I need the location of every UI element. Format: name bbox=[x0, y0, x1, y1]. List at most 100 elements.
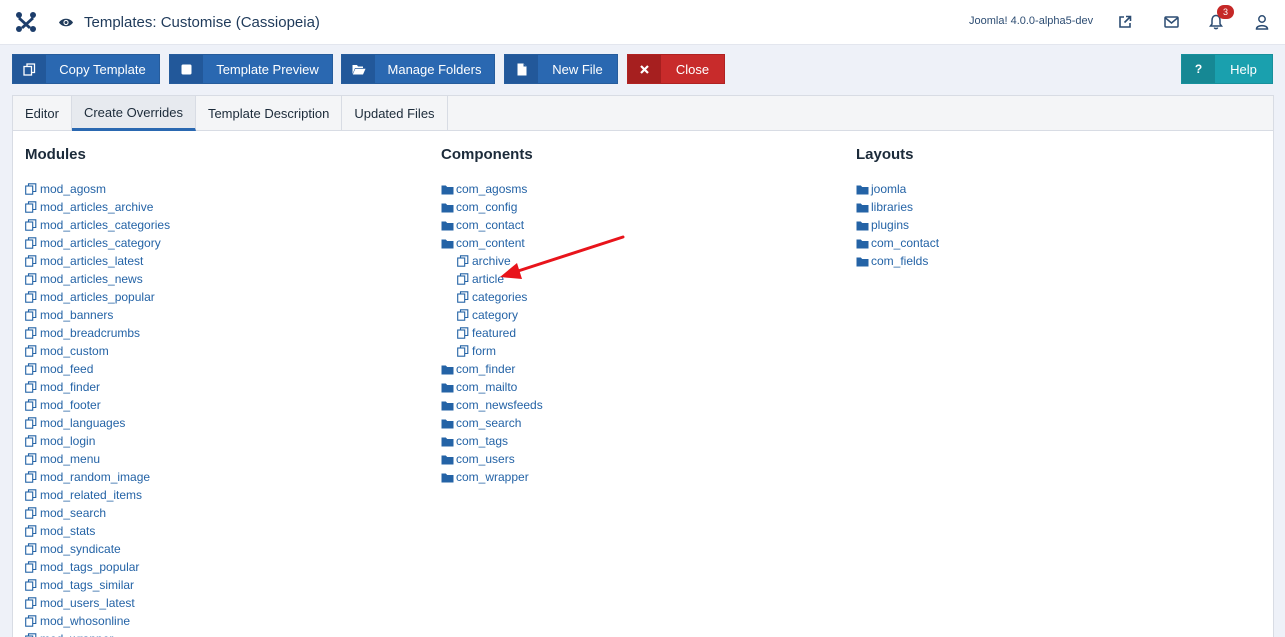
template-preview-button[interactable]: Template Preview bbox=[169, 54, 333, 84]
help-button[interactable]: ? Help bbox=[1181, 54, 1273, 84]
override-link[interactable]: mod_random_image bbox=[25, 468, 170, 486]
copy-template-button[interactable]: Copy Template bbox=[12, 54, 160, 84]
folder-icon bbox=[441, 381, 455, 393]
link-label: libraries bbox=[871, 200, 914, 214]
copy-icon bbox=[457, 345, 471, 357]
override-link[interactable]: mod_login bbox=[25, 432, 170, 450]
override-link[interactable]: mod_menu bbox=[25, 450, 170, 468]
override-link[interactable]: mod_search bbox=[25, 504, 170, 522]
copy-icon bbox=[25, 201, 39, 213]
folder-link[interactable]: plugins bbox=[856, 216, 939, 234]
link-label: com_newsfeeds bbox=[456, 398, 543, 412]
folder-link[interactable]: com_contact bbox=[441, 216, 543, 234]
copy-icon bbox=[25, 273, 39, 285]
folder-link[interactable]: com_wrapper bbox=[441, 468, 543, 486]
close-button[interactable]: Close bbox=[627, 54, 725, 84]
override-link[interactable]: mod_articles_news bbox=[25, 270, 170, 288]
override-link[interactable]: featured bbox=[441, 324, 543, 342]
override-link[interactable]: mod_tags_popular bbox=[25, 558, 170, 576]
link-label: category bbox=[472, 308, 519, 322]
override-link[interactable]: categories bbox=[441, 288, 543, 306]
override-link[interactable]: mod_wrapper bbox=[25, 630, 170, 637]
tab-updated-files[interactable]: Updated Files bbox=[342, 96, 448, 131]
folder-link[interactable]: libraries bbox=[856, 198, 939, 216]
copy-icon bbox=[457, 273, 471, 285]
override-link[interactable]: mod_articles_categories bbox=[25, 216, 170, 234]
override-link[interactable]: archive bbox=[441, 252, 543, 270]
folder-open-icon bbox=[342, 55, 375, 83]
folder-icon bbox=[856, 237, 870, 249]
copy-icon bbox=[25, 237, 39, 249]
override-link[interactable]: mod_agosm bbox=[25, 180, 170, 198]
close-label: Close bbox=[675, 61, 710, 77]
override-link[interactable]: mod_custom bbox=[25, 342, 170, 360]
copy-icon bbox=[25, 255, 39, 267]
folder-link[interactable]: com_config bbox=[441, 198, 543, 216]
override-link[interactable]: mod_tags_similar bbox=[25, 576, 170, 594]
folder-link[interactable]: com_finder bbox=[441, 360, 543, 378]
folder-icon bbox=[441, 471, 455, 483]
link-label: mod_articles_categories bbox=[40, 218, 171, 232]
toolbar: Copy Template Template Preview Manage Fo… bbox=[0, 45, 1285, 95]
override-link[interactable]: mod_syndicate bbox=[25, 540, 170, 558]
override-link[interactable]: mod_articles_latest bbox=[25, 252, 170, 270]
folder-link[interactable]: com_newsfeeds bbox=[441, 396, 543, 414]
override-link[interactable]: article bbox=[441, 270, 543, 288]
tab-create-overrides[interactable]: Create Overrides bbox=[71, 96, 196, 131]
link-label: mod_feed bbox=[40, 362, 94, 376]
mail-icon[interactable] bbox=[1162, 13, 1180, 31]
tab-bar: Editor Create Overrides Template Descrip… bbox=[13, 96, 1273, 131]
new-file-button[interactable]: New File bbox=[504, 54, 618, 84]
override-link[interactable]: mod_whosonline bbox=[25, 612, 170, 630]
external-link-icon[interactable] bbox=[1116, 13, 1134, 31]
override-link[interactable]: mod_feed bbox=[25, 360, 170, 378]
link-label: archive bbox=[472, 254, 511, 268]
copy-icon bbox=[25, 471, 39, 483]
new-file-label: New File bbox=[552, 61, 603, 77]
override-link[interactable]: mod_banners bbox=[25, 306, 170, 324]
copy-icon bbox=[25, 435, 39, 447]
folder-link[interactable]: com_mailto bbox=[441, 378, 543, 396]
copy-icon bbox=[25, 345, 39, 357]
joomla-logo-icon[interactable] bbox=[0, 0, 52, 45]
override-link[interactable]: mod_languages bbox=[25, 414, 170, 432]
tab-editor[interactable]: Editor bbox=[13, 96, 72, 131]
override-link[interactable]: mod_articles_archive bbox=[25, 198, 170, 216]
override-link[interactable]: mod_articles_popular bbox=[25, 288, 170, 306]
folder-link[interactable]: com_search bbox=[441, 414, 543, 432]
folder-icon bbox=[441, 453, 455, 465]
override-link[interactable]: mod_breadcrumbs bbox=[25, 324, 170, 342]
folder-icon bbox=[441, 219, 455, 231]
override-link[interactable]: mod_footer bbox=[25, 396, 170, 414]
override-link[interactable]: mod_users_latest bbox=[25, 594, 170, 612]
override-link[interactable]: mod_related_items bbox=[25, 486, 170, 504]
file-icon bbox=[505, 55, 538, 83]
folder-link[interactable]: com_fields bbox=[856, 252, 939, 270]
tab-template-description[interactable]: Template Description bbox=[196, 96, 343, 131]
folder-icon bbox=[441, 237, 455, 249]
override-link[interactable]: mod_stats bbox=[25, 522, 170, 540]
link-label: article bbox=[472, 272, 505, 286]
folder-link[interactable]: com_tags bbox=[441, 432, 543, 450]
page-title: Templates: Customise (Cassiopeia) bbox=[84, 13, 320, 31]
copy-template-label: Copy Template bbox=[59, 61, 146, 77]
copy-icon bbox=[25, 183, 39, 195]
override-link[interactable]: mod_articles_category bbox=[25, 234, 170, 252]
copy-icon bbox=[25, 489, 39, 501]
folder-link[interactable]: joomla bbox=[856, 180, 939, 198]
override-link[interactable]: form bbox=[441, 342, 543, 360]
copy-icon bbox=[25, 291, 39, 303]
folder-link[interactable]: com_content bbox=[441, 234, 543, 252]
version-label[interactable]: Joomla! 4.0.0-alpha5-dev bbox=[969, 15, 1093, 27]
folder-link[interactable]: com_users bbox=[441, 450, 543, 468]
folder-link[interactable]: com_agosms bbox=[441, 180, 543, 198]
user-icon[interactable] bbox=[1253, 13, 1271, 31]
manage-folders-button[interactable]: Manage Folders bbox=[341, 54, 495, 84]
link-label: plugins bbox=[871, 218, 910, 232]
override-link[interactable]: mod_finder bbox=[25, 378, 170, 396]
link-label: mod_random_image bbox=[40, 470, 151, 484]
folder-link[interactable]: com_contact bbox=[856, 234, 939, 252]
override-link[interactable]: category bbox=[441, 306, 543, 324]
folder-icon bbox=[441, 435, 455, 447]
link-label: mod_whosonline bbox=[40, 614, 131, 628]
